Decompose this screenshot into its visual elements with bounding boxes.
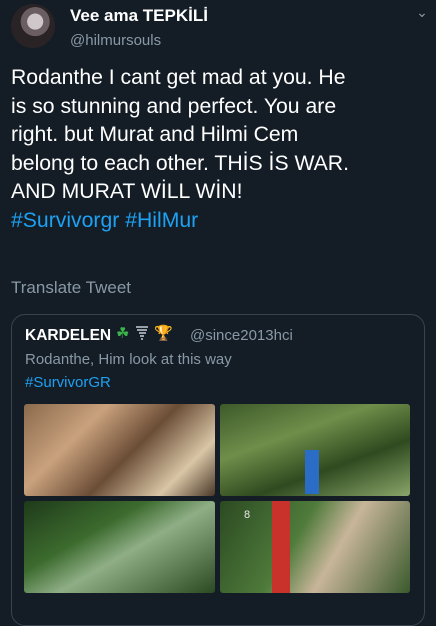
tweet-text-line: is so stunning and perfect. You are — [11, 94, 337, 118]
flag-shape — [272, 501, 290, 593]
quoted-hashtag-link[interactable]: #SurvivorGR — [25, 374, 111, 391]
photo-4[interactable]: 8 — [220, 501, 410, 593]
photo-overlay-number: 8 — [244, 509, 251, 521]
tweet-hashtags: #Survivorgr #HilMur — [11, 207, 427, 236]
translate-tweet-link[interactable]: Translate Tweet — [11, 278, 131, 298]
tweet-text-line: belong to each other. THİS İS WAR. — [11, 151, 349, 175]
quoted-handle: @since2013hci — [190, 327, 293, 344]
hashtag-link[interactable]: #HilMur — [125, 209, 198, 232]
handle[interactable]: @hilmursouls — [70, 32, 161, 49]
tweet-text-line: AND MURAT WİLL WİN! — [11, 180, 243, 203]
quoted-display-name: KARDELEN — [25, 327, 112, 344]
photo-3[interactable] — [24, 501, 215, 593]
photo-1[interactable] — [24, 404, 215, 496]
quoted-text: Rodanthe, Him look at this way — [25, 351, 232, 368]
post-shape — [305, 450, 319, 494]
shamrock-emoji-icon: ☘ — [116, 325, 130, 342]
trophy-emoji-icon: 🏆 — [154, 325, 173, 342]
tweet-text-line: Rodanthe I cant get mad at you. He — [11, 66, 346, 89]
photo-2[interactable] — [220, 404, 410, 496]
tweet-text-line: right. but Murat and Hilmi Cem — [11, 123, 299, 146]
avatar[interactable] — [11, 4, 55, 48]
quoted-tweet[interactable]: KARDELEN ☘ 🏆 @since2013hci Rodanthe, Him… — [11, 314, 425, 626]
tornado-emoji-icon — [135, 325, 149, 346]
chevron-down-icon[interactable]: ⌄ — [412, 2, 432, 22]
tweet-text: Rodanthe I cant get mad at you. He is so… — [11, 64, 427, 235]
display-name[interactable]: Vee ama TEPKİLİ — [70, 6, 208, 26]
hashtag-link[interactable]: #Survivorgr — [11, 209, 119, 232]
